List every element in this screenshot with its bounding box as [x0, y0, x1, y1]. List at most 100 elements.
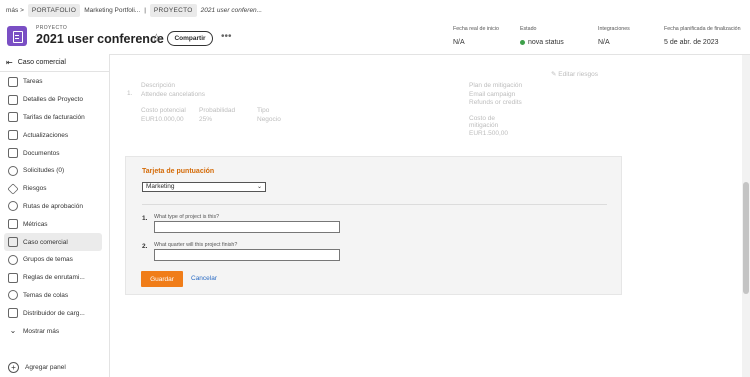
question-1-input[interactable] [154, 221, 340, 233]
question-2-input[interactable] [154, 249, 340, 261]
share-button[interactable]: Compartir [167, 31, 213, 46]
cancel-button[interactable]: Cancelar [191, 275, 217, 282]
meta-label: Fecha planificada de finalización [664, 26, 741, 32]
question-label: What type of project is this? [154, 214, 220, 220]
sidebar-item-risks[interactable]: Riesgos [4, 180, 102, 198]
sidebar-item-label: Actualizaciones [23, 131, 69, 139]
sidebar-item-metrics[interactable]: Métricas [4, 215, 102, 233]
question-number: 1. [142, 215, 148, 222]
sidebar-item-label: Riesgos [23, 185, 47, 193]
scorecard-select[interactable]: Marketing ⌄ [142, 182, 266, 192]
collapse-sidebar-icon[interactable]: ⇤ [6, 58, 13, 67]
sidebar-item-topic-groups[interactable]: Grupos de temas [4, 251, 102, 269]
risk-mitigation-cost-value: EUR1.500,00 [469, 130, 509, 137]
risk-probability-value: 25% [199, 116, 213, 123]
sidebar-nav: Tareas Detalles de Proyecto Tarifas de f… [4, 73, 102, 340]
updates-icon [8, 130, 18, 141]
meta-value[interactable]: N/A [598, 39, 630, 46]
breadcrumb-separator: | [144, 6, 146, 14]
meta-label: Estado [520, 26, 537, 32]
add-panel-button[interactable]: + Agregar panel [8, 362, 66, 373]
sidebar-item-label: Tareas [23, 78, 43, 86]
sidebar-item-label: Caso comercial [23, 238, 68, 246]
risk-description-label: Descripción [141, 82, 175, 89]
risk-mitigation-cost-label: mitigación [469, 122, 499, 129]
sidebar-item-routing-rules[interactable]: Reglas de enrutami... [4, 269, 102, 287]
scorecard-select-value: Marketing [146, 183, 175, 190]
scorecard-panel: Tarjeta de puntuación Marketing ⌄ 1. Wha… [125, 156, 622, 295]
sidebar-item-label: Distribuidor de carg... [23, 309, 85, 317]
metrics-icon [8, 219, 18, 230]
meta-status: Estado nova status [520, 26, 564, 46]
sidebar-show-more[interactable]: ⌄ Mostrar más [4, 322, 102, 340]
risk-type-label: Tipo [257, 107, 270, 114]
edit-risks-label: Editar riesgos [558, 71, 599, 78]
meta-integrations: Integraciones N/A [598, 26, 630, 46]
risk-mitigation-plan-value: Refunds or credits [469, 99, 522, 106]
workload-icon [8, 308, 18, 319]
topic-groups-icon [8, 254, 18, 265]
more-options-icon[interactable]: ••• [221, 31, 232, 42]
sidebar-header-label: Caso comercial [17, 59, 66, 66]
page-title: 2021 user conference [36, 32, 164, 46]
add-panel-label: Agregar panel [25, 364, 66, 371]
meta-planned-completion: Fecha planificada de finalización 5 de a… [664, 26, 741, 46]
sidebar-item-label: Detalles de Proyecto [23, 96, 83, 104]
status-text: nova status [528, 39, 564, 46]
main-content: 1. Descripción Attendee cancelations Cos… [111, 55, 742, 377]
sidebar-item-label: Métricas [23, 220, 48, 228]
sidebar-item-label: Mostrar más [23, 327, 60, 335]
object-type-label: PROYECTO [36, 25, 68, 31]
risk-type-value: Negocio [257, 116, 281, 123]
risk-mitigation-plan-value: Email campaign [469, 91, 516, 98]
sidebar-item-label: Tarifas de facturación [23, 113, 85, 121]
sidebar-item-workload-balancer[interactable]: Distribuidor de carg... [4, 304, 102, 322]
sidebar-item-label: Temas de colas [23, 291, 69, 299]
edit-risks-link[interactable]: ✎ Editar riesgos [551, 70, 598, 78]
documents-icon [8, 148, 18, 159]
sidebar-header[interactable]: ⇤ Caso comercial [0, 54, 110, 72]
sidebar-item-label: Documentos [23, 149, 60, 157]
risks-icon [7, 183, 19, 195]
meta-value[interactable]: N/A [453, 39, 499, 46]
status-value[interactable]: nova status [520, 39, 564, 46]
details-icon [8, 94, 18, 105]
sidebar-item-label: Reglas de enrutami... [23, 274, 85, 282]
breadcrumb-more-link[interactable]: más > [6, 7, 24, 14]
status-dot-icon [520, 40, 525, 45]
breadcrumb-project-link[interactable]: 2021 user conferen... [201, 7, 262, 14]
breadcrumb-portfolio-chip: PORTAFOLIO [27, 3, 81, 17]
risk-potential-cost-value: EUR10.000,00 [141, 116, 184, 123]
scrollbar-thumb[interactable] [743, 182, 749, 294]
sidebar-item-approval-paths[interactable]: Rutas de aprobación [4, 198, 102, 216]
sidebar-item-requests[interactable]: Solicitudes (0) [4, 162, 102, 180]
meta-value[interactable]: 5 de abr. de 2023 [664, 39, 741, 46]
star-icon[interactable]: ☆ [151, 31, 162, 45]
meta-label: Integraciones [598, 26, 630, 32]
vertical-scrollbar[interactable] [742, 55, 750, 377]
risk-potential-cost-label: Costo potencial [141, 107, 186, 114]
sidebar-item-project-details[interactable]: Detalles de Proyecto [4, 91, 102, 109]
sidebar-item-label: Solicitudes (0) [23, 167, 65, 175]
sidebar-item-label: Grupos de temas [23, 256, 73, 264]
question-number: 2. [142, 243, 148, 250]
scorecard-title: Tarjeta de puntuación [142, 168, 215, 175]
risk-mitigation-plan-label: Plan de mitigación [469, 82, 523, 89]
sidebar-item-tasks[interactable]: Tareas [4, 73, 102, 91]
sidebar-item-billing-rates[interactable]: Tarifas de facturación [4, 109, 102, 127]
project-header: PROYECTO 2021 user conference ☆ Comparti… [0, 20, 750, 54]
question-label: What quarter will this project finish? [154, 242, 238, 248]
sidebar-item-updates[interactable]: Actualizaciones [4, 126, 102, 144]
risk-mitigation-cost-label: Costo de [469, 115, 496, 122]
sidebar-item-business-case[interactable]: Caso comercial [4, 233, 102, 251]
sidebar-item-documents[interactable]: Documentos [4, 144, 102, 162]
breadcrumb-portfolio-link[interactable]: Marketing Portfoli... [84, 7, 140, 14]
risk-number: 1. [127, 90, 133, 97]
task-icon [8, 76, 18, 87]
plus-icon: + [8, 362, 19, 373]
save-button[interactable]: Guardar [141, 271, 183, 287]
billing-icon [8, 112, 18, 123]
meta-label: Fecha real de inicio [453, 26, 499, 32]
approval-icon [8, 201, 18, 212]
sidebar-item-queue-topics[interactable]: Temas de colas [4, 287, 102, 305]
